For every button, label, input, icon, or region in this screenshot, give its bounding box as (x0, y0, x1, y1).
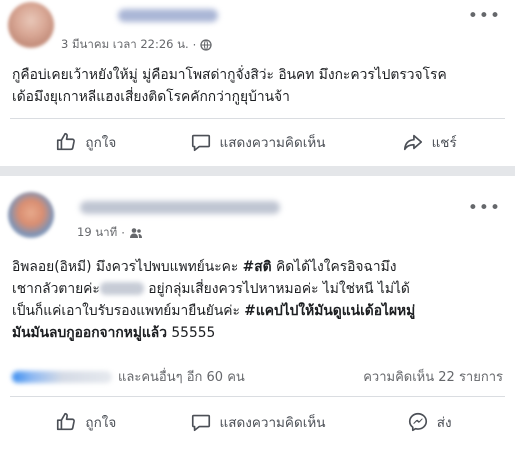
messenger-icon (408, 412, 427, 432)
more-options-icon[interactable]: ••• (468, 6, 501, 26)
more-options-icon[interactable]: ••• (468, 198, 501, 218)
thumbs-up-icon (57, 132, 76, 151)
send-label: ส่ง (436, 415, 452, 431)
author-name[interactable] (118, 9, 218, 22)
share-label: แชร์ (431, 135, 457, 151)
post-body-line-3: เป็นก็แค่เอาใบรับรองแพทย์มายืนยันค่ะ #แค… (12, 300, 505, 322)
share-button[interactable]: แชร์ (343, 131, 515, 153)
action-bar: ถูกใจ แสดงความคิดเห็น แชร์ (0, 125, 515, 159)
globe-icon (200, 39, 212, 51)
body-text: เชากลัวตายค่ะ (12, 281, 100, 297)
reaction-icons (12, 370, 112, 383)
post-body-line: เด้อมึงยุเกาหลีแฮงเสี่ยงติดโรคคักกว่ากูย… (12, 89, 290, 105)
post-card-1: 3 มีนาคม เวลา 22:26 น. · ••• กูคือบ่เคยเ… (0, 0, 515, 166)
engagement-stats: และคนอื่นๆ อีก 60 คน ความคิดเห็น 22 รายก… (12, 366, 503, 387)
like-label: ถูกใจ (85, 415, 117, 431)
post-body-line-2: เชากลัวตายค่ะ อยู่กลุ่มเสี่ยงควรไปหาหมอค… (12, 278, 505, 300)
hashtag-link[interactable]: #แคปไปให้มันดูแน่เด้อไผหมู่ (244, 303, 415, 319)
meta-separator: · (192, 38, 197, 52)
divider (10, 396, 505, 397)
comment-button[interactable]: แสดงความคิดเห็น (172, 411, 344, 433)
reactions-count: และคนอื่นๆ อีก 60 คน (118, 370, 245, 385)
body-text: อิพลอย(อิหมี) มึงควรไปพบแพทย์นะคะ (12, 259, 243, 275)
hashtag-link[interactable]: #สติ (243, 259, 272, 275)
body-text: เป็นก็แค่เอาใบรับรองแพทย์มายืนยันค่ะ (12, 303, 245, 319)
reactions-summary[interactable]: และคนอื่นๆ อีก 60 คน (12, 366, 245, 387)
post-body-line: กูคือบ่เคยเว้าหยังให้มู่ มู่คือมาโพสด่าก… (12, 67, 447, 83)
body-text: 55555 (167, 325, 216, 341)
body-text: อยู่กลุ่มเสี่ยงควรไปหาหมอค่ะ ไม่ใช่หนี ไ… (143, 281, 410, 297)
like-button[interactable]: ถูกใจ (0, 411, 172, 433)
post-meta: 3 มีนาคม เวลา 22:26 น. · (61, 36, 212, 54)
comment-label: แสดงความคิดเห็น (219, 135, 326, 151)
like-label: ถูกใจ (85, 135, 117, 151)
comment-label: แสดงความคิดเห็น (219, 415, 326, 431)
body-text-bold: มันมันลบกูออกจากหมู่แล้ว (12, 325, 168, 341)
action-bar: ถูกใจ แสดงความคิดเห็น ส่ง (0, 405, 515, 439)
body-text: คิดได้ไงใครอิจฉามึง (271, 259, 397, 275)
friends-icon (129, 228, 142, 238)
redacted-text (99, 282, 144, 295)
share-arrow-icon (403, 134, 422, 151)
send-button[interactable]: ส่ง (343, 411, 515, 433)
post-body-line-4: มันมันลบกูออกจากหมู่แล้ว 55555 (12, 322, 505, 344)
post-body: กูคือบ่เคยเว้าหยังให้มู่ มู่คือมาโพสด่าก… (12, 64, 505, 108)
post-body: อิพลอย(อิหมี) มึงควรไปพบแพทย์นะคะ #สติ ค… (12, 256, 505, 344)
post-meta: 19 นาที · (77, 224, 143, 242)
post-timestamp[interactable]: 3 มีนาคม เวลา 22:26 น. (61, 36, 189, 54)
post-timestamp[interactable]: 19 นาที (77, 224, 117, 242)
comment-bubble-icon (191, 414, 210, 432)
thumbs-up-icon (57, 412, 76, 431)
meta-separator: · (121, 226, 125, 240)
author-avatar[interactable] (8, 192, 54, 238)
comment-button[interactable]: แสดงความคิดเห็น (172, 131, 344, 153)
post-card-2: 19 นาที · ••• อิพลอย(อิหมี) มึงควรไปพบแพ… (0, 176, 515, 454)
author-avatar[interactable] (8, 2, 54, 48)
like-button[interactable]: ถูกใจ (0, 131, 172, 153)
divider (10, 118, 505, 119)
post-body-line-1: อิพลอย(อิหมี) มึงควรไปพบแพทย์นะคะ #สติ ค… (12, 256, 505, 278)
comments-count[interactable]: ความคิดเห็น 22 รายการ (363, 366, 503, 387)
author-name[interactable] (80, 201, 280, 214)
comment-bubble-icon (191, 134, 210, 152)
